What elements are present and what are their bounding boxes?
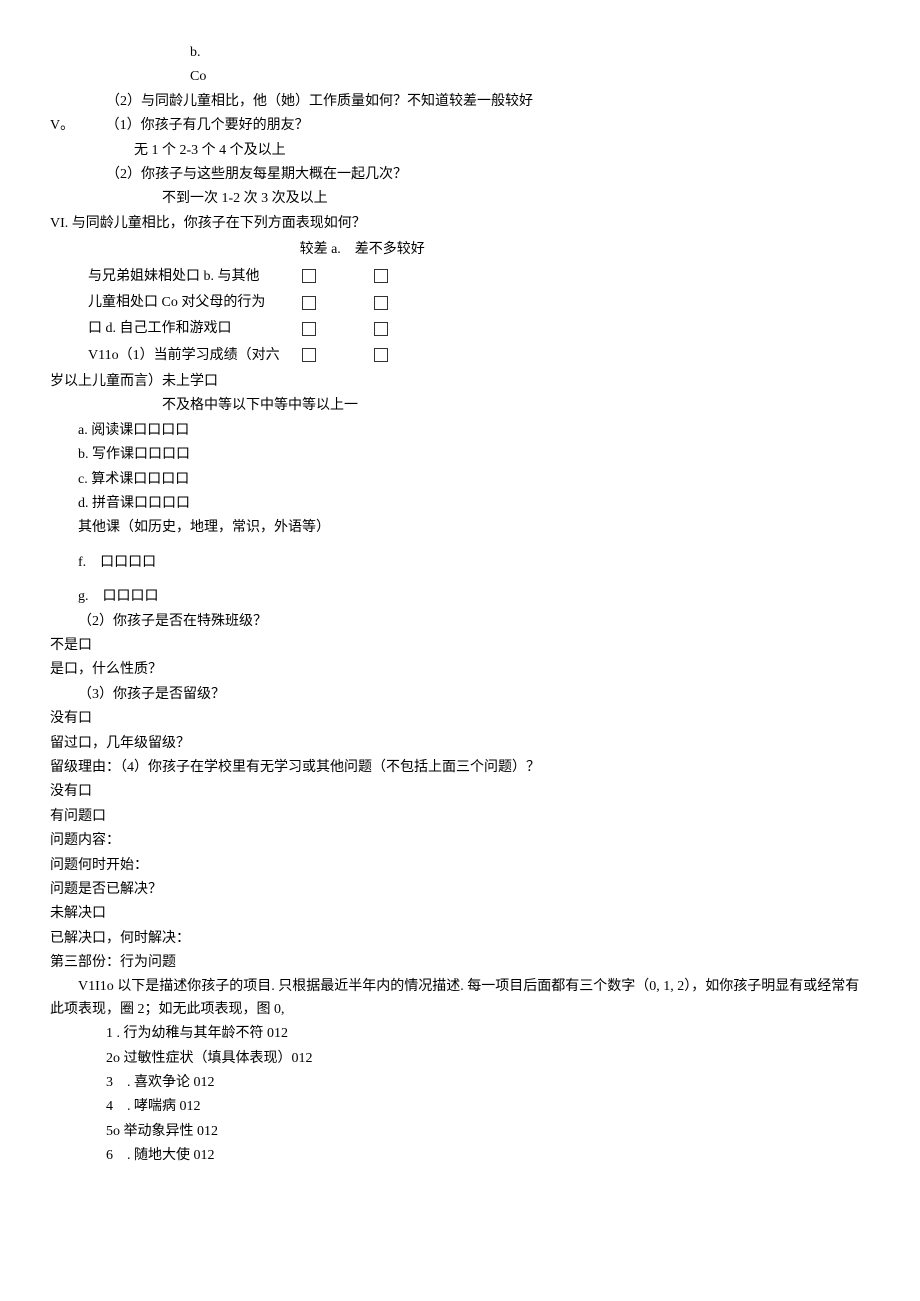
text-line: （2）你孩子与这些朋友每星期大概在一起几次？ <box>50 164 870 186</box>
text-line: 不到一次 1-2 次 3 次及以上 <box>50 188 870 210</box>
text-line: d. 拼音课口口口口 <box>50 493 870 515</box>
text-line: 已解决口，何时解决： <box>50 928 870 950</box>
table-header: 较差 a. 差不多较好 <box>290 237 435 263</box>
checkbox-cell[interactable] <box>362 316 435 342</box>
behavior-item: 3 . 喜欢争论 012 <box>50 1072 870 1094</box>
paragraph: V1I1o 以下是描述你孩子的项目. 只根据最近半年内的情况描述. 每一项目后面… <box>50 976 870 1021</box>
text-line: 未解决口 <box>50 903 870 925</box>
row-label: 与兄弟姐妹相处口 b. 与其他 <box>78 264 290 290</box>
text-line: （2）你孩子是否在特殊班级？ <box>50 611 870 633</box>
text-line: b. 写作课口口口口 <box>50 444 870 466</box>
behavior-item: 1 . 行为幼稚与其年龄不符 012 <box>50 1023 870 1045</box>
row-label: 儿童相处口 Co 对父母的行为 <box>78 290 290 316</box>
checkbox-cell[interactable] <box>362 290 435 316</box>
text-line: 问题内容： <box>50 830 870 852</box>
text-line: g. 口口口口 <box>50 586 870 608</box>
text-line: V。 （1）你孩子有几个要好的朋友？ <box>50 115 870 137</box>
behavior-item: 4 . 哮喘病 012 <box>50 1096 870 1118</box>
section-heading: VI. 与同龄儿童相比，你孩子在下列方面表现如何？ <box>50 213 870 235</box>
text-line: 留级理由：（4）你孩子在学校里有无学习或其他问题（不包括上面三个问题）？ <box>50 757 870 779</box>
text-line: 其他课（如历史，地理，常识，外语等） <box>50 517 870 539</box>
text-line: b. <box>50 42 870 64</box>
text-line: 是口，什么性质？ <box>50 659 870 681</box>
text-line: f. 口口口口 <box>50 552 870 574</box>
text-line: Co <box>50 66 870 88</box>
behavior-item: 2o 过敏性症状（填具体表现）012 <box>50 1048 870 1070</box>
rating-table: 较差 a. 差不多较好 与兄弟姐妹相处口 b. 与其他 儿童相处口 Co 对父母… <box>78 237 435 369</box>
text-line: a. 阅读课口口口口 <box>50 420 870 442</box>
checkbox-cell[interactable] <box>290 343 363 369</box>
section-heading: 第三部份：行为问题 <box>50 952 870 974</box>
text-line: 没有口 <box>50 708 870 730</box>
text-line: 问题何时开始： <box>50 855 870 877</box>
text-line: 留过口，几年级留级？ <box>50 733 870 755</box>
checkbox-cell[interactable] <box>290 290 363 316</box>
checkbox-cell[interactable] <box>290 264 363 290</box>
behavior-item: 6 . 随地大使 012 <box>50 1145 870 1167</box>
checkbox-cell[interactable] <box>362 264 435 290</box>
text-line: 无 1 个 2-3 个 4 个及以上 <box>50 140 870 162</box>
text-line: 有问题口 <box>50 806 870 828</box>
text-line: 没有口 <box>50 781 870 803</box>
text-line: 不是口 <box>50 635 870 657</box>
text-line: 不及格中等以下中等中等以上一 <box>50 395 870 417</box>
behavior-item: 5o 举动象异性 012 <box>50 1121 870 1143</box>
section-label: V。 <box>50 118 74 133</box>
checkbox-cell[interactable] <box>362 343 435 369</box>
row-label: 口 d. 自己工作和游戏口 <box>78 316 290 342</box>
text-line: （3）你孩子是否留级？ <box>50 684 870 706</box>
row-label: V11o（1）当前学习成绩（对六 <box>78 343 290 369</box>
checkbox-cell[interactable] <box>290 316 363 342</box>
question-text: （1）你孩子有几个要好的朋友？ <box>78 118 309 133</box>
text-line: c. 算术课口口口口 <box>50 469 870 491</box>
row-label-continued: 岁以上儿童而言）未上学口 <box>50 371 870 393</box>
text-line: 问题是否已解决？ <box>50 879 870 901</box>
text-line: （2）与同龄儿童相比，他（她）工作质量如何？不知道较差一般较好 <box>50 91 870 113</box>
